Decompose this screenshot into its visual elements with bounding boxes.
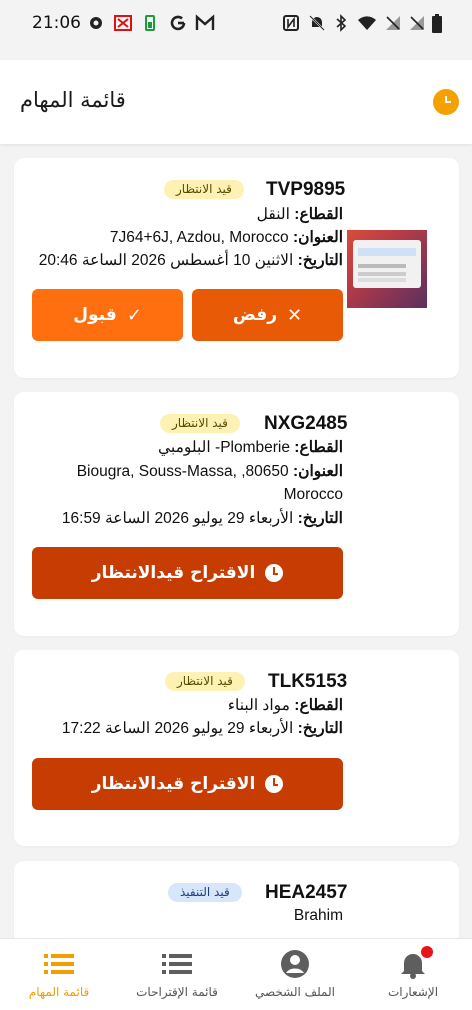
status-bar: 21:06 (0, 0, 472, 48)
wifi-icon (358, 16, 376, 30)
status-badge: قيد الانتظار (165, 672, 245, 691)
task-code: HEA2457 (265, 882, 348, 903)
nav-notifications[interactable]: الإشعارات (354, 939, 472, 1010)
nfc-icon (283, 15, 299, 31)
nav-label: قائمة المهام (28, 985, 90, 999)
gmail-icon (195, 14, 215, 30)
nav-label: الإشعارات (387, 985, 439, 999)
task-sector: القطاع: النقل (256, 206, 343, 223)
task-thumbnail[interactable] (347, 230, 427, 308)
account-icon (281, 950, 309, 978)
nav-label: الملف الشخصي (255, 985, 335, 999)
task-code: TVP9895 (266, 179, 346, 200)
signal-off-icon (410, 16, 424, 30)
propose-pending-button[interactable]: الاقتراح قيدالانتظار (32, 758, 343, 810)
nav-proposals[interactable]: قائمة الإقتراحات (118, 939, 236, 1010)
gear-icon (90, 17, 102, 29)
task-sector: القطاع: مواد البناء (227, 697, 343, 714)
status-time: 21:06 (32, 13, 81, 33)
task-sector: القطاع: Plomberie- البلومبي (157, 439, 343, 456)
reject-button[interactable]: ✕ رفض (192, 289, 343, 341)
nav-profile[interactable]: الملف الشخصي (236, 939, 354, 1010)
propose-pending-button[interactable]: الاقتراح قيدالانتظار (32, 547, 343, 599)
task-date: التاريخ: الاثنين 10 أغسطس 2026 الساعة 20… (38, 252, 343, 269)
accept-button[interactable]: ✓ قبول (32, 289, 183, 341)
task-address-line2: Morocco (283, 486, 343, 503)
clock-icon[interactable] (433, 89, 459, 115)
battery-icon (432, 14, 442, 33)
app-bar: قائمة المهام (0, 60, 472, 144)
list-icon (162, 954, 192, 974)
task-address: العنوان: 7J64+6J, Azdou, Morocco (109, 229, 343, 246)
google-icon (170, 15, 186, 31)
status-badge: قيد التنفيذ (168, 883, 242, 902)
bell-off-icon (309, 15, 325, 31)
list-icon (44, 954, 74, 974)
task-date: التاريخ: الأربعاء 29 يوليو 2026 الساعة 1… (61, 720, 343, 737)
check-icon: ✓ (126, 304, 142, 326)
clock-icon (265, 564, 284, 582)
battery-saver-icon (145, 15, 155, 31)
task-card: TLK5153 قيد الانتظار القطاع: مواد البناء… (14, 650, 459, 846)
close-icon: ✕ (287, 304, 303, 326)
status-badge: قيد الانتظار (160, 414, 240, 433)
task-date: التاريخ: الأربعاء 29 يوليو 2026 الساعة 1… (61, 510, 343, 527)
bluetooth-icon (336, 14, 347, 32)
scissors-icon (114, 15, 132, 31)
bottom-navigation: قائمة المهام قائمة الإقتراحات الملف الشخ… (0, 938, 472, 1010)
nav-label: قائمة الإقتراحات (136, 985, 218, 999)
task-address: العنوان: Biougra, Souss-Massa, ,80650 (76, 463, 343, 480)
signal-off-icon (386, 16, 400, 30)
clock-icon (265, 775, 284, 793)
status-badge: قيد الانتظار (164, 180, 244, 199)
task-code: NXG2485 (264, 413, 348, 434)
task-code: TLK5153 (268, 671, 348, 692)
task-client: Brahim (293, 907, 343, 924)
page-title: قائمة المهام (20, 88, 126, 112)
notification-dot (421, 946, 433, 958)
task-card: NXG2485 قيد الانتظار القطاع: Plomberie- … (14, 392, 459, 636)
nav-tasks[interactable]: قائمة المهام (0, 939, 118, 1010)
